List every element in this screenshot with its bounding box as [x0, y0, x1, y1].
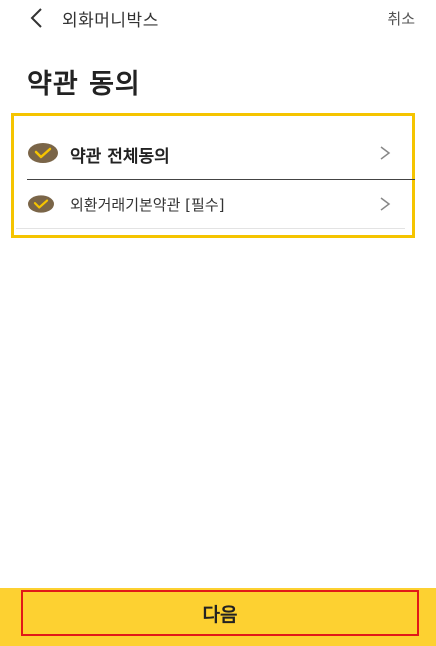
- header-title: 외화머니박스: [62, 11, 159, 31]
- agreement-item-label: 외환거래기본약관 [필수]: [70, 196, 225, 214]
- chevron-right-icon[interactable]: [379, 196, 391, 212]
- chevron-left-icon: [30, 8, 42, 28]
- page-title: 약관 동의: [27, 69, 141, 100]
- check-circle-icon[interactable]: [28, 195, 54, 213]
- cancel-button[interactable]: 취소: [387, 8, 415, 29]
- agree-all-row[interactable]: 약관 전체동의: [16, 126, 405, 178]
- chevron-right-icon[interactable]: [379, 145, 391, 161]
- screen: 외화머니박스 취소 약관 동의 약관 전체동의 외환거래기본약관 [필수] 다음: [0, 0, 436, 646]
- back-button[interactable]: [26, 6, 50, 30]
- agree-all-label: 약관 전체동의: [70, 147, 170, 167]
- agreement-item-fx-terms[interactable]: 외환거래기본약관 [필수]: [16, 180, 405, 229]
- check-circle-icon[interactable]: [28, 143, 58, 163]
- top-bar: 외화머니박스 취소: [0, 0, 436, 36]
- next-button[interactable]: 다음: [21, 590, 419, 636]
